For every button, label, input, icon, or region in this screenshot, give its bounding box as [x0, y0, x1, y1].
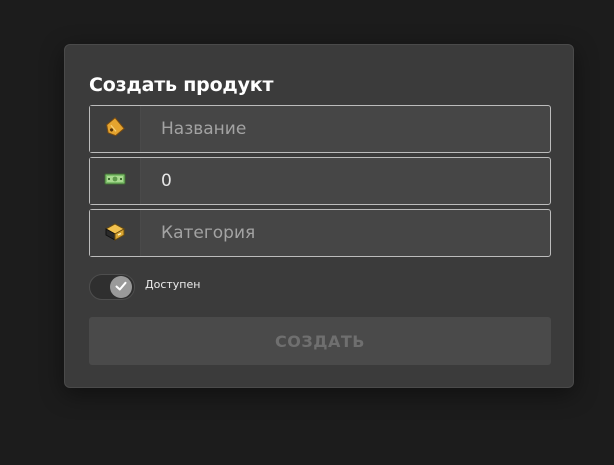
- category-input[interactable]: [141, 210, 550, 256]
- name-field: [89, 105, 551, 153]
- box-icon: [104, 220, 126, 246]
- available-toggle[interactable]: [89, 274, 135, 300]
- banknote-icon: [104, 168, 126, 194]
- toggle-knob: [110, 276, 132, 298]
- available-toggle-row: Доступен: [89, 273, 200, 301]
- create-button[interactable]: СОЗДАТЬ: [89, 317, 551, 365]
- name-input[interactable]: [141, 106, 550, 152]
- price-field: [89, 157, 551, 205]
- price-tag-icon: [104, 116, 126, 142]
- name-field-icon-cell: [90, 106, 141, 152]
- create-product-card: Создать продукт Название 0 Категория Дос…: [64, 44, 574, 388]
- form-title: Создать продукт: [89, 74, 274, 96]
- price-field-icon-cell: [90, 158, 141, 204]
- category-field: [89, 209, 551, 257]
- checkmark-icon: [114, 278, 128, 297]
- category-field-icon-cell: [90, 210, 141, 256]
- price-input[interactable]: [141, 158, 550, 204]
- available-toggle-label: Доступен: [145, 278, 201, 291]
